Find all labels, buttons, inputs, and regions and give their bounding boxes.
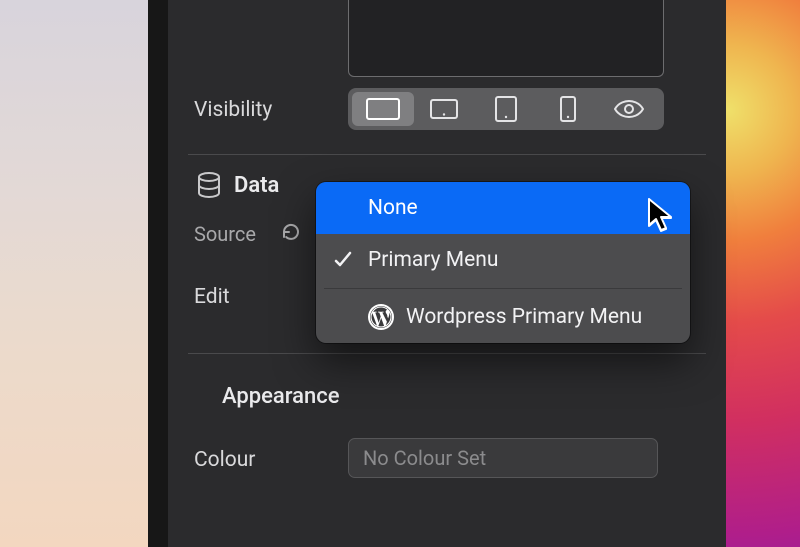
- visibility-desktop-button[interactable]: [352, 92, 414, 126]
- eye-icon: [614, 100, 644, 118]
- visibility-preview-button[interactable]: [598, 92, 660, 126]
- screenshot-stage: Visibility: [0, 0, 800, 547]
- visibility-phone-button[interactable]: [537, 92, 599, 126]
- source-label: Source: [194, 222, 256, 246]
- edit-label: Edit: [194, 285, 230, 309]
- visibility-label: Visibility: [194, 98, 272, 122]
- tablet-portrait-icon: [495, 96, 517, 122]
- dropdown-item-label: None: [368, 196, 418, 220]
- desktop-icon: [366, 98, 400, 120]
- phone-icon: [560, 96, 576, 122]
- dropdown-separator: [324, 288, 682, 289]
- inspector-panel: Visibility: [168, 0, 726, 547]
- desktop-right-sliver: [726, 0, 800, 547]
- dropdown-item-none[interactable]: None: [316, 182, 690, 234]
- dropdown-item-label: Wordpress Primary Menu: [406, 305, 642, 329]
- dropdown-item-wordpress-primary-menu[interactable]: Wordpress Primary Menu: [316, 291, 690, 343]
- visibility-segmented-control[interactable]: [348, 88, 664, 130]
- checkmark-icon: [330, 250, 356, 270]
- database-icon: [196, 172, 222, 198]
- window-shadow-left: [148, 0, 168, 547]
- section-divider: [188, 154, 706, 155]
- section-divider: [188, 353, 706, 354]
- dropdown-item-primary-menu[interactable]: Primary Menu: [316, 234, 690, 286]
- tablet-landscape-icon: [430, 99, 458, 119]
- data-section-header[interactable]: Data: [196, 172, 279, 198]
- colour-label: Colour: [194, 448, 255, 472]
- desktop-left-sliver: [0, 0, 148, 547]
- refresh-icon[interactable]: [281, 222, 301, 246]
- visibility-tablet-portrait-button[interactable]: [475, 92, 537, 126]
- visibility-tablet-landscape-button[interactable]: [414, 92, 476, 126]
- source-dropdown-menu: None Primary Menu: [316, 182, 690, 343]
- data-section-title: Data: [234, 173, 279, 198]
- colour-field[interactable]: No Colour Set: [348, 438, 658, 478]
- appearance-section-title: Appearance: [222, 384, 340, 409]
- wordpress-icon: [368, 304, 394, 330]
- empty-placeholder-box[interactable]: [348, 0, 664, 77]
- dropdown-item-label: Primary Menu: [368, 248, 498, 272]
- colour-value: No Colour Set: [363, 446, 486, 470]
